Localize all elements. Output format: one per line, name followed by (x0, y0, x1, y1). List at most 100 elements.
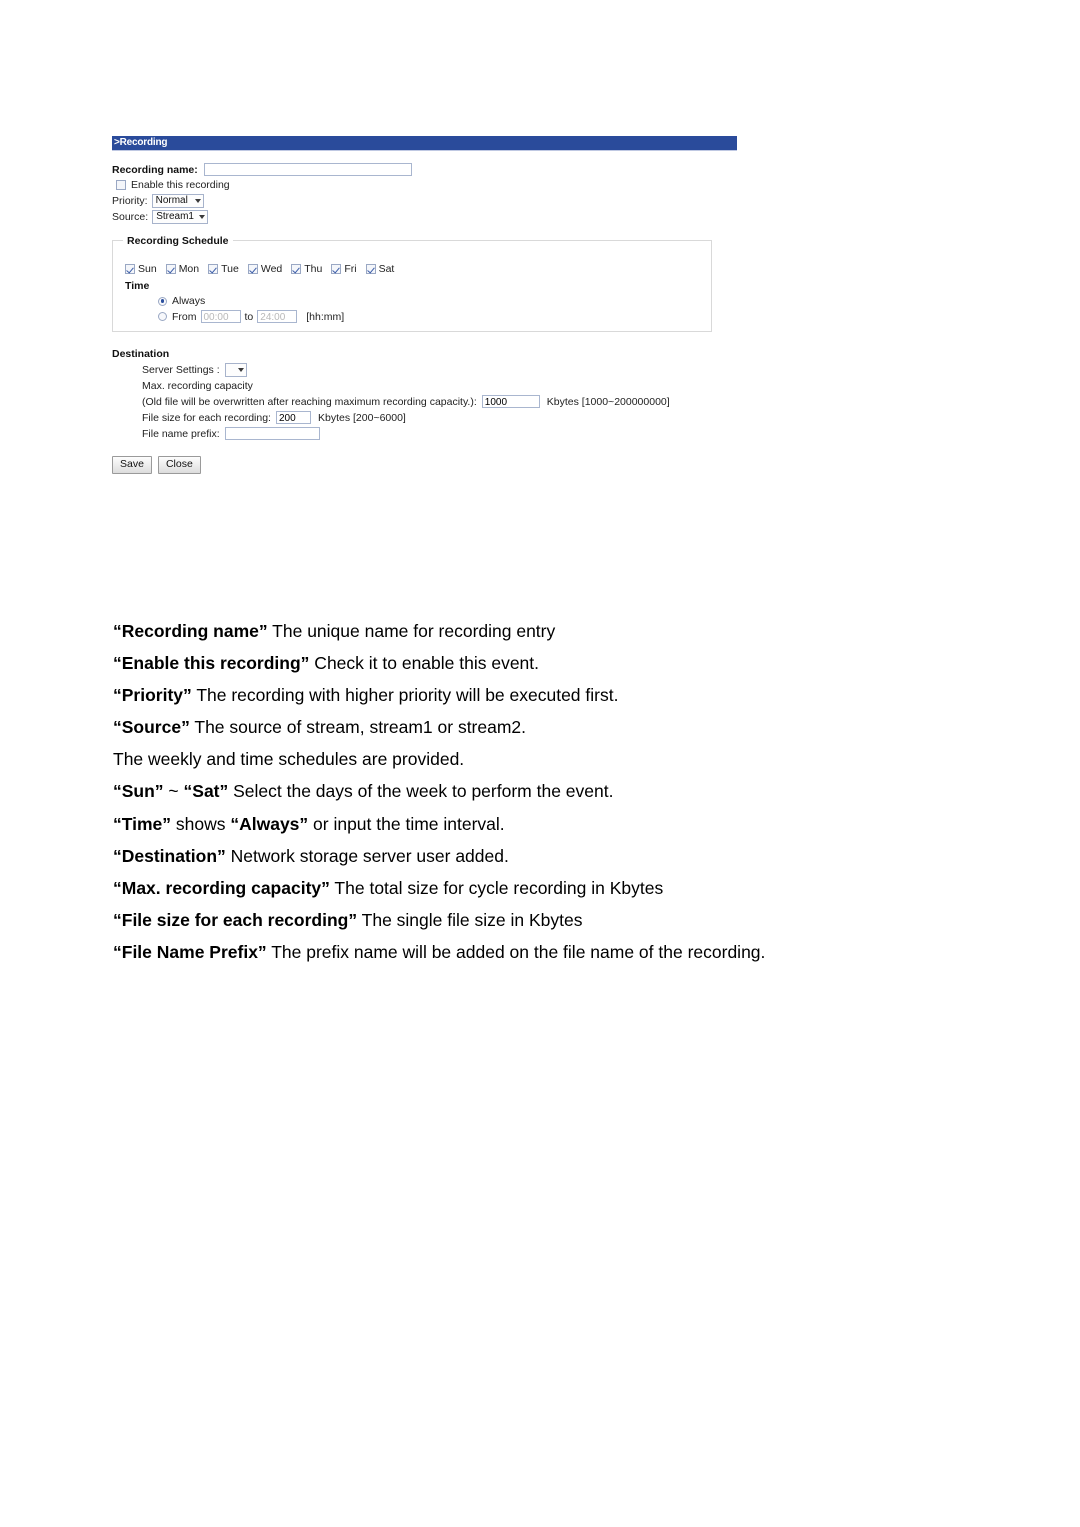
weekday-fri-checkbox[interactable] (331, 264, 342, 274)
enable-recording-row[interactable]: Enable this recording (116, 179, 902, 191)
enable-recording-label: Enable this recording (131, 179, 230, 191)
destination-heading: Destination (112, 348, 170, 360)
weekday-mon[interactable]: Mon (165, 263, 200, 275)
recording-schedule-legend: Recording Schedule (123, 235, 233, 247)
weekday-sat-checkbox[interactable] (365, 264, 376, 274)
server-settings-row: Server Settings : (142, 363, 902, 377)
explanation-item: “Destination” Network storage server use… (113, 845, 963, 866)
max-capacity-note: (Old file will be overwritten after reac… (142, 395, 477, 408)
explanation-text: The prefix name will be added on the fil… (266, 941, 766, 962)
weekday-wed-checkbox[interactable] (247, 264, 258, 274)
recording-name-label: Recording name: (112, 163, 198, 176)
weekday-tue-checkbox[interactable] (208, 264, 219, 274)
time-to-input[interactable]: 24:00 (257, 310, 298, 323)
form-actions: Save Close (112, 456, 902, 474)
chevron-down-icon (237, 368, 244, 372)
priority-label: Priority: (112, 195, 148, 207)
explanation-text: The unique name for recording entry (267, 621, 556, 641)
explanation-text: The single file size in Kbytes (357, 909, 583, 930)
file-prefix-label: File name prefix: (142, 427, 220, 440)
destination-body: Server Settings : Max. recording capacit… (142, 363, 902, 440)
time-heading: Time (125, 280, 150, 292)
file-prefix-input[interactable] (224, 427, 320, 440)
recording-schedule-fieldset: Recording Schedule Sun Mon Tue Wed Thu F… (112, 235, 712, 332)
explanation-item: “Recording name” The unique name for rec… (113, 621, 963, 641)
priority-value: Normal (155, 195, 188, 206)
enable-recording-checkbox[interactable] (116, 180, 126, 190)
explanation-text: The recording with higher priority will … (191, 685, 619, 706)
time-always-radio[interactable] (158, 296, 167, 306)
explanation-item: “Sun” ~ “Sat” Select the days of the wee… (113, 783, 963, 801)
time-range-radio[interactable] (158, 312, 167, 321)
server-settings-label: Server Settings : (142, 364, 220, 376)
weekday-fri-label: Fri (344, 263, 357, 275)
weekday-tue-label: Tue (221, 263, 239, 275)
weekday-tue[interactable]: Tue (208, 263, 239, 275)
source-value: Stream1 (156, 211, 194, 222)
explanation-term: “Destination” (113, 845, 226, 866)
weekday-sun-checkbox[interactable] (125, 264, 135, 274)
explanation-text: Check it to enable this event. (309, 653, 540, 674)
close-button[interactable]: Close (157, 456, 201, 474)
explanation-term: “Priority” (113, 685, 192, 706)
explanation-item: “Max. recording capacity” The total size… (113, 877, 963, 898)
source-label: Source: (112, 211, 149, 223)
explanation-term: “Source” (113, 717, 190, 738)
time-from-label: From (172, 310, 197, 323)
explanation-item: “Enable this recording” Check it to enab… (113, 653, 963, 674)
weekday-sat-label: Sat (378, 263, 395, 275)
page-title: >Recording (114, 137, 168, 148)
max-capacity-input[interactable]: 1000 (481, 395, 540, 408)
weekday-sat[interactable]: Sat (365, 263, 395, 275)
file-size-unit: Kbytes [200~6000] (317, 411, 406, 424)
source-select[interactable]: Stream1 (152, 210, 209, 224)
explanation-text: or input the time interval. (308, 813, 505, 834)
explanation-item: “Time” shows “Always” or input the time … (113, 813, 963, 834)
weekday-thu[interactable]: Thu (291, 263, 322, 275)
chevron-down-icon (199, 215, 206, 219)
recording-form: Recording name: Enable this recording Pr… (112, 151, 902, 474)
explanation-item: The weekly and time schedules are provid… (113, 751, 963, 769)
time-always-option[interactable]: Always (158, 295, 711, 307)
explanation-item: “Priority” The recording with higher pri… (113, 685, 963, 706)
chevron-down-icon (194, 199, 201, 203)
max-capacity-label: Max. recording capacity (142, 380, 253, 392)
recording-settings-panel: >Recording Recording name: Enable this r… (112, 136, 902, 474)
explanation-term-2: “Sat” (183, 781, 229, 802)
server-settings-select[interactable] (224, 363, 247, 377)
max-capacity-unit: Kbytes [1000~200000000] (546, 395, 670, 408)
explanation-text: Select the days of the week to perform t… (228, 781, 614, 802)
explanation-term: “File size for each recording” (113, 909, 358, 930)
weekday-sun[interactable]: Sun (125, 263, 157, 275)
max-capacity-label-row: Max. recording capacity (142, 380, 902, 392)
file-size-input[interactable]: 200 (275, 411, 311, 424)
weekday-mon-checkbox[interactable] (165, 264, 176, 274)
weekday-mon-label: Mon (178, 263, 200, 275)
weekday-thu-label: Thu (304, 263, 323, 275)
weekday-wed[interactable]: Wed (247, 263, 282, 275)
time-always-label: Always (172, 295, 206, 307)
explanation-text: Network storage server user added. (225, 845, 509, 866)
explanation-text: The total size for cycle recording in Kb… (329, 877, 664, 898)
explanation-term: “File Name Prefix” (113, 941, 267, 962)
explanation-term: “Sun” (113, 781, 164, 802)
recording-name-input[interactable] (203, 163, 412, 176)
explanation-text: shows (171, 813, 231, 834)
priority-select[interactable]: Normal (151, 194, 204, 208)
explanation-term: “Enable this recording” (113, 653, 310, 674)
weekday-fri[interactable]: Fri (331, 263, 357, 275)
file-prefix-row: File name prefix: (142, 427, 902, 440)
explanation-term: “Time” (113, 813, 172, 834)
explanation-text: ~ (163, 781, 184, 802)
weekday-sun-label: Sun (138, 263, 157, 275)
save-button[interactable]: Save (112, 456, 152, 474)
time-range-option[interactable]: From 00:00 to 24:00 [hh:mm] (158, 310, 711, 323)
weekday-thu-checkbox[interactable] (291, 264, 302, 274)
time-from-input[interactable]: 00:00 (200, 310, 241, 323)
source-row: Source: Stream1 (112, 210, 902, 224)
explanation-term: “Recording name” (113, 621, 268, 641)
explanation-term-2: “Always” (230, 813, 309, 834)
explanation-text: The weekly and time schedules are provid… (113, 749, 465, 770)
time-to-label: to (244, 310, 254, 323)
weekday-checkbox-group: Sun Mon Tue Wed Thu Fri Sat (125, 263, 711, 275)
